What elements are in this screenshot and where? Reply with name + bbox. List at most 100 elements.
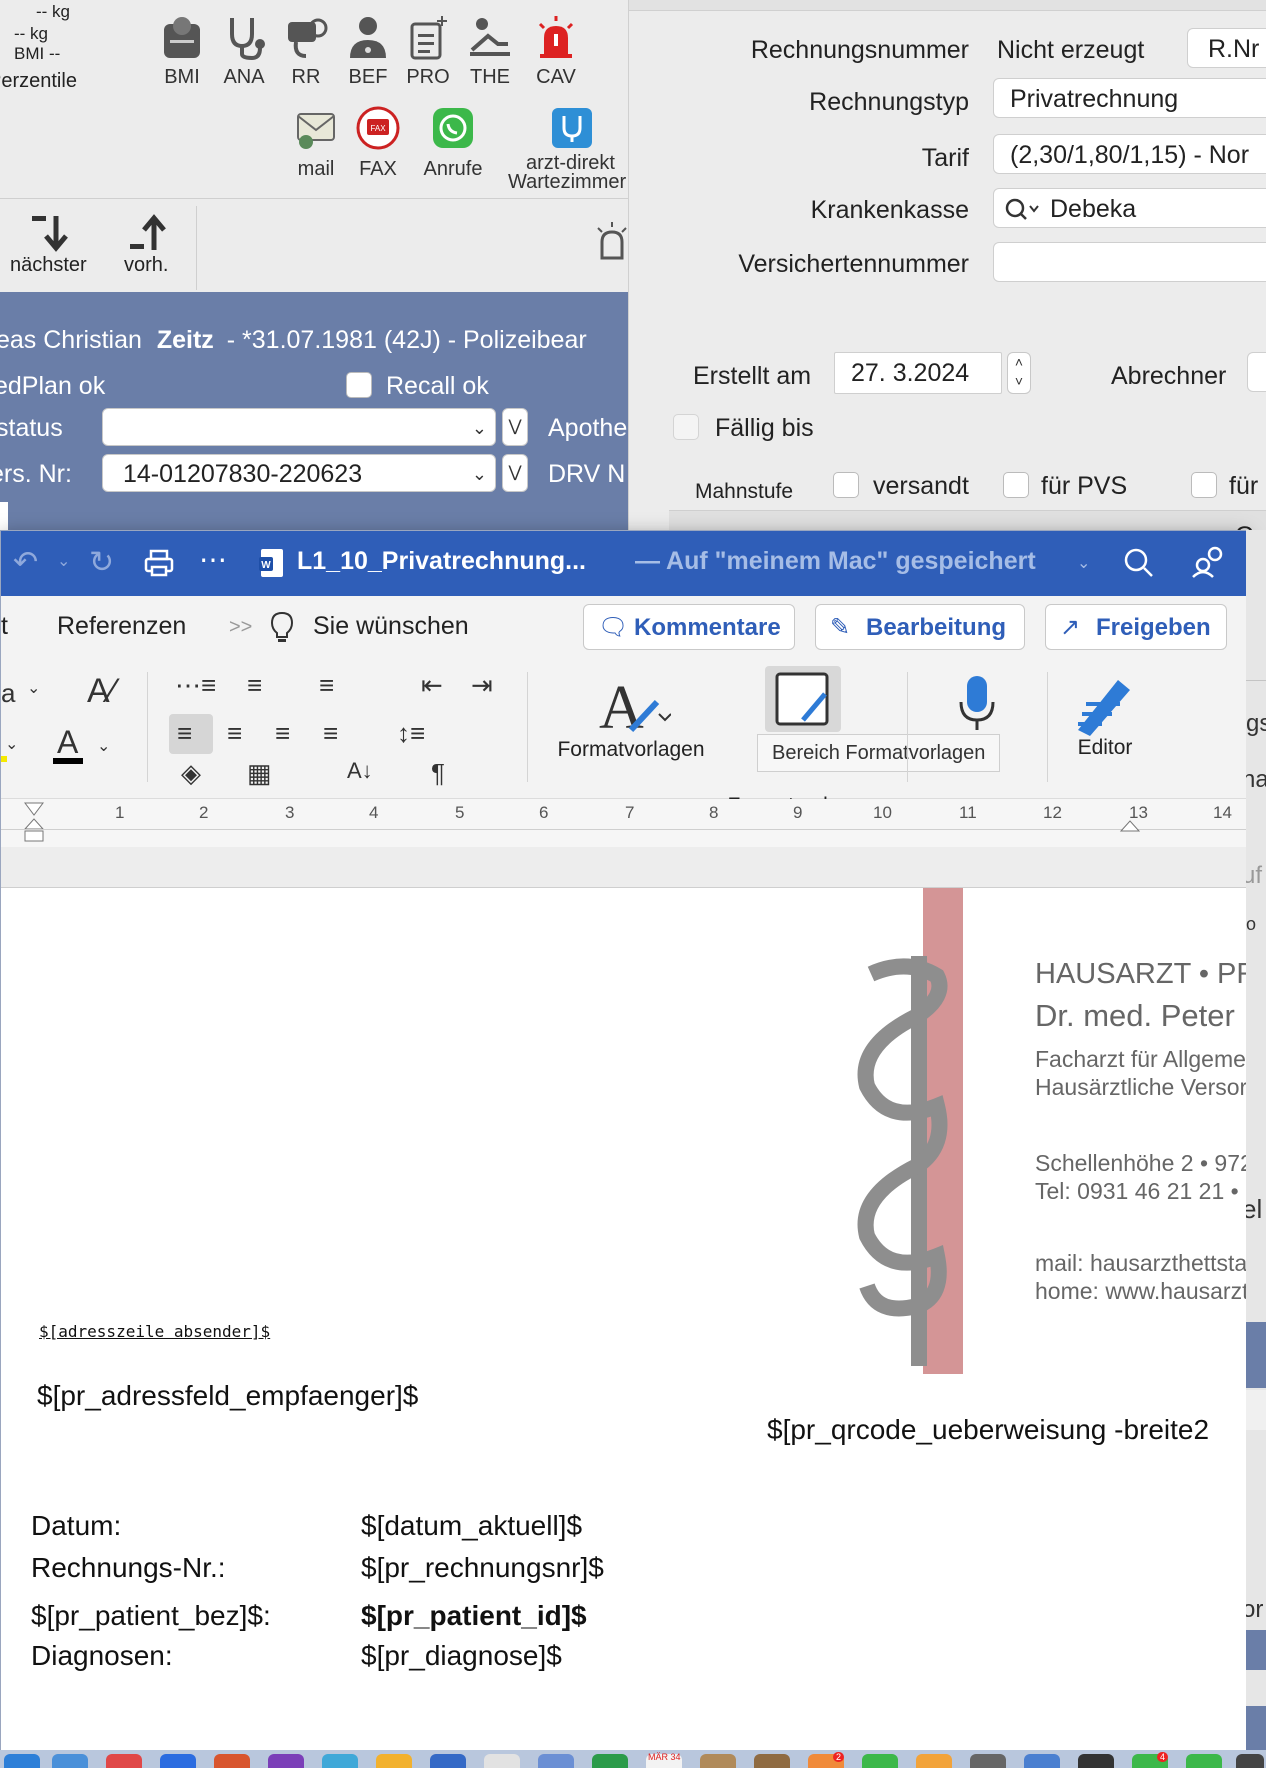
patient-id-value[interactable]: $[pr_patient_id]$ (361, 1600, 587, 1632)
kommentare-button[interactable]: 🗨 Kommentare (583, 604, 795, 650)
chevron-down-icon[interactable]: ⌄ (5, 734, 18, 754)
status-combo[interactable]: ⌄ (102, 408, 496, 446)
chevron-down-icon[interactable]: ⌄ (97, 736, 110, 756)
tell-me-search[interactable]: Sie wünschen (313, 612, 469, 641)
save-status[interactable]: — Auf "meinem Mac" gespeichert (635, 547, 1036, 576)
app-icon[interactable] (700, 1754, 736, 1768)
next-button[interactable]: nächster (10, 212, 87, 277)
prev-button[interactable]: vorh. (124, 212, 168, 277)
calendar-icon[interactable]: MÄR 34 (646, 1752, 682, 1768)
align-center-icon[interactable]: ≡ (227, 718, 242, 749)
numbered-list-icon[interactable]: ≡ (247, 670, 262, 701)
toolbar-fax[interactable]: FAX FAX (348, 106, 408, 181)
pvs-checkbox[interactable] (1003, 472, 1029, 498)
toolbar-ana[interactable]: ANA (214, 14, 274, 89)
chevron-down-icon[interactable]: ⌄ (1077, 553, 1090, 573)
more-icon[interactable]: ⋯ (199, 543, 227, 576)
toolbar-mail[interactable]: mail (286, 106, 346, 181)
search-icon[interactable] (1123, 547, 1155, 579)
formatvorlagen-button[interactable]: A Formatvorlagen (553, 674, 709, 762)
redo-icon[interactable]: ↻ (89, 545, 114, 580)
chevron-down-icon[interactable]: ⌄ (27, 678, 40, 698)
microphone-icon[interactable] (955, 672, 999, 736)
borders-icon[interactable]: ▦ (247, 758, 272, 789)
krankenkasse-search[interactable]: Debeka (993, 188, 1266, 228)
datum-value[interactable]: $[datum_aktuell]$ (361, 1510, 582, 1542)
clear-format-icon[interactable]: A⁄ (87, 672, 115, 711)
toolbar-the[interactable]: THE (460, 14, 520, 89)
align-left-icon[interactable]: ≡ (177, 718, 192, 749)
rnr-button[interactable]: R.Nr (1187, 28, 1266, 68)
app-icon[interactable] (214, 1754, 250, 1768)
outdent-icon[interactable]: ⇤ (421, 670, 443, 701)
tarif-select[interactable]: (2,30/1,80/1,15) - Nor (993, 134, 1266, 174)
app-icon[interactable] (376, 1754, 412, 1768)
app-icon[interactable] (1024, 1754, 1060, 1768)
empfaenger-field[interactable]: $[pr_adressfeld_empfaenger]$ (37, 1380, 418, 1412)
recall-checkbox[interactable] (346, 372, 372, 398)
line-spacing-icon[interactable]: ↕≡ (397, 718, 425, 749)
app-icon[interactable] (916, 1754, 952, 1768)
tab-fragment[interactable]: t (1, 612, 8, 641)
freigeben-button[interactable]: ↗ Freigeben (1045, 604, 1227, 650)
bearbeitung-button[interactable]: ✎ Bearbeitung (815, 604, 1025, 650)
toolbar-pro[interactable]: PRO (398, 14, 458, 89)
erstellt-date-input[interactable]: 27. 3.2024 (834, 352, 1002, 394)
toolbar-arzt-direkt[interactable]: arzt-direkt Wartezimmer (506, 106, 628, 192)
right-indent-marker-icon[interactable] (1119, 819, 1141, 833)
status-stepper[interactable]: ⋁ (502, 408, 528, 446)
tab-referenzen[interactable]: Referenzen (57, 612, 186, 641)
app-icon[interactable] (592, 1754, 628, 1768)
fuer-checkbox[interactable] (1191, 472, 1217, 498)
print-icon[interactable] (143, 547, 175, 579)
alarm-icon[interactable] (594, 220, 628, 262)
chevron-down-icon[interactable]: ⌄ (57, 551, 70, 571)
vers-nr-combo[interactable]: 14-01207830-220623 ⌄ (102, 454, 496, 492)
share-people-icon[interactable] (1191, 545, 1225, 579)
app-icon[interactable] (538, 1754, 574, 1768)
document-filename[interactable]: L1_10_Privatrechnung... (297, 547, 586, 576)
absender-field[interactable]: $[adresszeile absender]$ (39, 1322, 270, 1341)
app-icon[interactable] (754, 1754, 790, 1768)
toolbar-bef[interactable]: BEF (338, 14, 398, 89)
vers-nr-stepper[interactable]: ⋁ (502, 454, 528, 492)
font-color-icon[interactable]: A (57, 724, 78, 761)
undo-icon[interactable]: ↶ (13, 545, 38, 580)
app-icon[interactable] (970, 1754, 1006, 1768)
document-page[interactable]: HAUSARZT • PRA Dr. med. Peter Facharzt f… (1, 888, 1247, 1751)
toolbar-rr[interactable]: RR (276, 14, 336, 89)
toolbar-bmi[interactable]: BMI (152, 14, 212, 89)
date-stepper[interactable]: ˄ ˅ (1007, 352, 1031, 394)
sort-icon[interactable]: A↓ (347, 758, 373, 784)
pilcrow-icon[interactable]: ¶ (431, 758, 445, 789)
multilevel-list-icon[interactable]: ≡ (319, 670, 334, 701)
app-icon[interactable] (322, 1754, 358, 1768)
messages-icon[interactable]: 4 (1132, 1752, 1168, 1768)
app-icon[interactable] (430, 1754, 466, 1768)
align-right-icon[interactable]: ≡ (275, 718, 290, 749)
faellig-checkbox[interactable] (673, 414, 699, 440)
qrcode-field[interactable]: $[pr_qrcode_ueberweisung -breite2 (767, 1414, 1209, 1446)
versichertennummer-input[interactable] (993, 242, 1266, 282)
bullet-list-icon[interactable]: ⋯≡ (175, 670, 216, 701)
app-icon[interactable]: 2 (808, 1752, 844, 1768)
toolbar-anrufe[interactable]: Anrufe (420, 106, 486, 181)
app-icon[interactable] (52, 1754, 88, 1768)
abrechner-select[interactable] (1247, 352, 1266, 392)
rechnungstyp-select[interactable]: Privatrechnung (993, 78, 1266, 118)
app-icon[interactable] (1236, 1754, 1264, 1768)
app-icon[interactable] (106, 1754, 142, 1768)
shading-icon[interactable]: ◈ (181, 758, 201, 789)
app-icon[interactable] (160, 1754, 196, 1768)
font-name-fragment[interactable]: a (1, 678, 15, 709)
justify-icon[interactable]: ≡ (323, 718, 338, 749)
editor-button[interactable]: Editor (1063, 672, 1147, 760)
toolbar-cav[interactable]: CAV (526, 14, 586, 89)
app-icon[interactable] (268, 1754, 304, 1768)
diagnose-value[interactable]: $[pr_diagnose]$ (361, 1640, 562, 1672)
indent-icon[interactable]: ⇥ (471, 670, 493, 701)
app-icon[interactable] (862, 1754, 898, 1768)
app-icon[interactable] (484, 1754, 520, 1768)
versandt-checkbox[interactable] (833, 472, 859, 498)
finder-icon[interactable] (4, 1754, 40, 1768)
